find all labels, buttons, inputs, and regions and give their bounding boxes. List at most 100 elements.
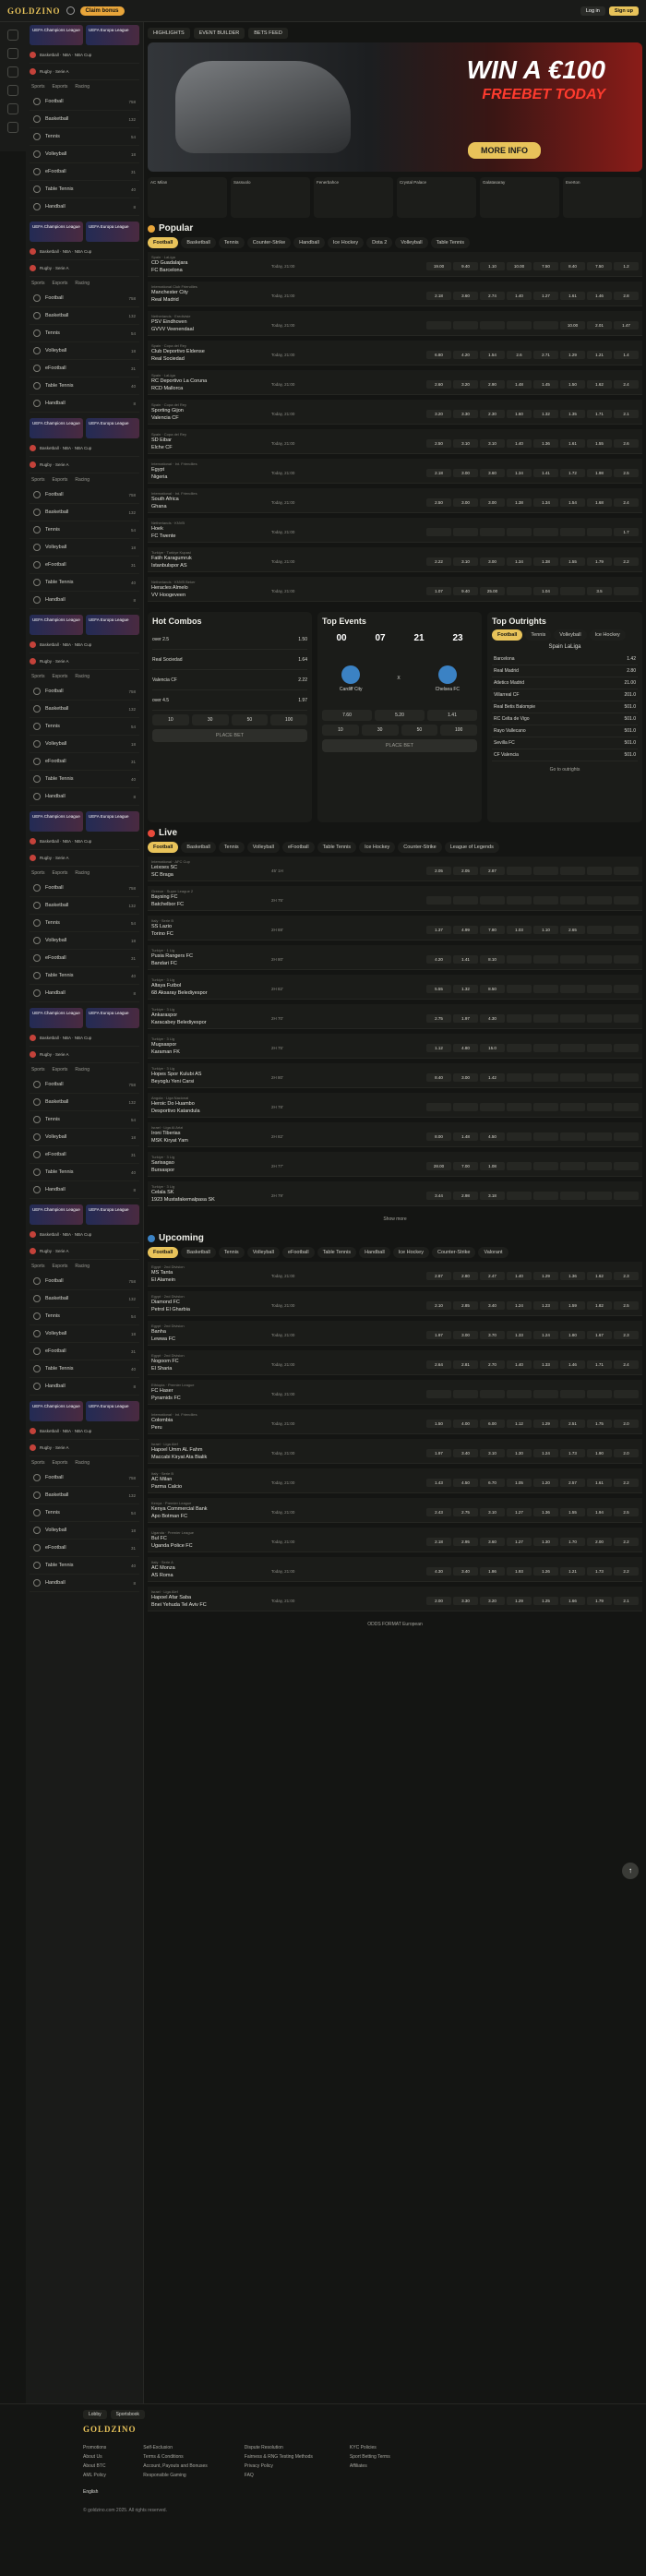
sidebar-sport-item[interactable]: Handball 8 (30, 592, 139, 609)
sidebar-sport-item[interactable]: Handball 8 (30, 395, 139, 413)
sport-tab[interactable]: Football (492, 629, 523, 641)
odd-button[interactable]: 2.85 (453, 1301, 478, 1310)
odd-button[interactable] (507, 1103, 532, 1111)
sidebar-sport-item[interactable]: eFootball 31 (30, 163, 139, 181)
mini-match[interactable]: Sassuolo (231, 177, 310, 218)
stake-button[interactable]: 100 (270, 714, 307, 725)
odd-button[interactable]: 1.68 (587, 498, 612, 507)
sport-tab[interactable]: Volleyball (554, 629, 587, 641)
odd-button[interactable]: 1.94 (587, 1508, 612, 1516)
match-row[interactable]: Ethiopia · Premier League FC Haser Pyramid… (148, 1380, 642, 1405)
sidebar-sport-item[interactable]: eFootball 31 (30, 753, 139, 771)
logo[interactable]: GOLDZINO (7, 6, 61, 16)
place-bet-button[interactable]: PLACE BET (152, 729, 307, 742)
go-to-outrights[interactable]: Go to outrights (492, 761, 638, 778)
odd-button[interactable]: 10.00 (507, 262, 532, 270)
combo-row[interactable]: over 4.5 1.97 (152, 690, 307, 711)
odd-button[interactable]: 1.36 (560, 1272, 585, 1280)
sport-tab[interactable]: Handball (293, 237, 325, 248)
odd-button[interactable]: 3.30 (453, 1597, 478, 1605)
odd-button[interactable] (560, 587, 585, 595)
odd-button[interactable] (533, 985, 558, 993)
odd-button[interactable]: 1.48 (507, 380, 532, 389)
odd-button[interactable]: 1.37 (426, 926, 451, 934)
odd-button[interactable]: 2.6 (507, 351, 532, 359)
home-icon[interactable] (7, 30, 18, 41)
odd-button[interactable] (507, 1132, 532, 1141)
odd-button[interactable] (560, 1132, 585, 1141)
odd-button[interactable] (480, 321, 505, 329)
odd-button[interactable]: 7.80 (480, 926, 505, 934)
odd-button[interactable] (560, 867, 585, 875)
odd-button[interactable]: 3.60 (480, 1538, 505, 1546)
odd-button[interactable] (560, 896, 585, 905)
odd-button[interactable]: 1.27 (507, 1538, 532, 1546)
odd-button[interactable]: 1.41 (533, 469, 558, 477)
odd-button[interactable]: 5.20 (375, 710, 425, 721)
promo-card[interactable]: UEFA Europa League (86, 615, 139, 635)
combo-row[interactable]: Valencia CF 2.22 (152, 670, 307, 690)
odd-button[interactable]: 1.30 (533, 1538, 558, 1546)
sidebar-tab[interactable]: Esports (52, 1067, 67, 1072)
odd-button[interactable]: 2.43 (426, 1508, 451, 1516)
odd-button[interactable]: 2.18 (426, 469, 451, 477)
odd-button[interactable]: 2.74 (480, 292, 505, 300)
odd-button[interactable]: 7.60 (322, 710, 372, 721)
odd-button[interactable] (453, 321, 478, 329)
sidebar-sport-item[interactable]: Tennis 54 (30, 325, 139, 342)
promo-card[interactable]: UEFA Europa League (86, 418, 139, 438)
sidebar-live-match[interactable]: Basketball · NBA · NBA Cup (30, 244, 139, 260)
odd-button[interactable]: 1.38 (507, 498, 532, 507)
sport-tab[interactable]: Volleyball (246, 842, 280, 853)
match-row[interactable]: International Club Friendlies Manchester … (148, 282, 642, 306)
odd-button[interactable]: 1.24 (533, 1449, 558, 1457)
odd-button[interactable] (614, 867, 639, 875)
odd-button[interactable]: 2.18 (426, 1538, 451, 1546)
odd-button[interactable]: 8.40 (426, 1073, 451, 1082)
stake-button[interactable]: 30 (191, 714, 229, 725)
top-tab[interactable]: EVENT BUILDER (193, 28, 245, 39)
sidebar-sport-item[interactable]: eFootball 31 (30, 950, 139, 967)
odd-button[interactable]: 3.60 (453, 292, 478, 300)
odd-button[interactable]: 1.08 (480, 1162, 505, 1170)
odd-button[interactable]: 1.61 (587, 1479, 612, 1487)
footer-link[interactable]: About Us (83, 2452, 106, 2462)
sport-tab[interactable]: Ice Hockey (359, 842, 396, 853)
odd-button[interactable] (533, 321, 558, 329)
odd-button[interactable]: 1.47 (614, 321, 639, 329)
promo-card[interactable]: UEFA Europa League (86, 1401, 139, 1421)
sidebar-live-match[interactable]: Rugby · Serie A (30, 850, 139, 867)
footer-link[interactable]: Terms & Conditions (143, 2452, 208, 2462)
mini-match[interactable]: Fenerbahce (314, 177, 393, 218)
sidebar-sport-item[interactable]: Volleyball 18 (30, 736, 139, 753)
outright-row[interactable]: Villarreal CF 201.0 (492, 689, 638, 701)
sidebar-live-match[interactable]: Basketball · NBA · NBA Cup (30, 47, 139, 64)
sidebar-live-match[interactable]: Rugby · Serie A (30, 457, 139, 473)
odd-button[interactable] (587, 1162, 612, 1170)
sport-tab[interactable]: Basketball (181, 1247, 216, 1258)
mini-match[interactable]: Galatasaray (480, 177, 559, 218)
odd-button[interactable]: 6.00 (480, 1420, 505, 1428)
odd-button[interactable]: 3.10 (480, 1449, 505, 1457)
odd-button[interactable]: 1.42 (480, 1073, 505, 1082)
match-row[interactable]: Italy · Serie A AC Monza AS Roma Today, 21:… (148, 1557, 642, 1582)
sport-tab[interactable]: Dota 2 (366, 237, 393, 248)
odd-button[interactable] (507, 867, 532, 875)
odd-button[interactable] (587, 1014, 612, 1023)
stake-button[interactable]: 10 (322, 725, 359, 736)
sport-tab[interactable]: Tennis (218, 842, 245, 853)
stake-button[interactable]: 100 (440, 725, 477, 736)
sidebar-tab[interactable]: Sports (31, 477, 44, 483)
odd-button[interactable] (587, 1044, 612, 1052)
outright-row[interactable]: RC Celta de Vigo 501.0 (492, 713, 638, 725)
odd-button[interactable]: 4.80 (453, 1044, 478, 1052)
odd-button[interactable]: 1.12 (507, 1420, 532, 1428)
odd-button[interactable]: 2.2 (614, 1538, 639, 1546)
outright-row[interactable]: Rayo Vallecano 501.0 (492, 725, 638, 737)
match-row[interactable]: Netherlands · KNVB Beker Heracles Almelo V… (148, 577, 642, 602)
odd-button[interactable]: 2.18 (426, 292, 451, 300)
footer-tab[interactable]: Lobby (83, 2410, 107, 2419)
match-row[interactable]: Turkiye · 3 Lig Sarisagao Bursaspor 2H 77' 2… (148, 1152, 642, 1177)
sidebar-sport-item[interactable]: Tennis 54 (30, 1504, 139, 1522)
odd-button[interactable]: 1.25 (533, 1597, 558, 1605)
